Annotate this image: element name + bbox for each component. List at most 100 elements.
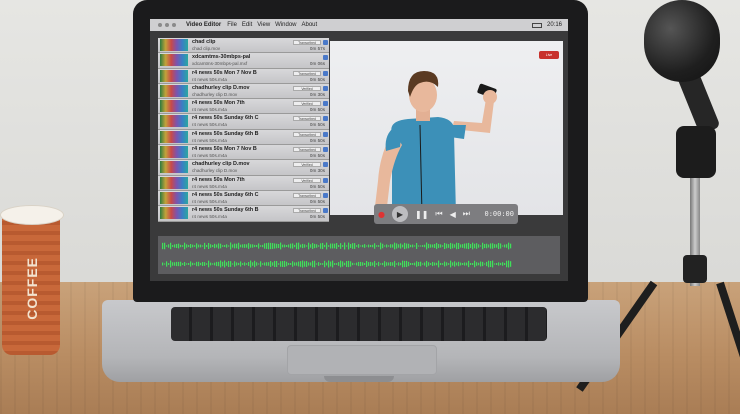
clip-select-checkbox[interactable] <box>323 177 328 183</box>
clip-select-checkbox[interactable] <box>323 116 328 122</box>
waveform-bar <box>494 263 496 265</box>
waveform-bar <box>272 262 274 266</box>
clip-row[interactable]: chadhurley clip D.mov chadhurley clip D.m… <box>158 83 329 100</box>
clip-select-checkbox[interactable] <box>323 192 328 198</box>
clip-select-checkbox[interactable] <box>323 70 328 76</box>
waveform-bar <box>174 262 176 266</box>
waveform-bar <box>234 261 236 267</box>
clip-row[interactable]: r4 news 50s Mon 7 Nov Br4 news 50s.m4a Tr… <box>158 145 329 161</box>
waveform-bar <box>510 261 512 267</box>
waveform-bar <box>198 244 200 248</box>
skip-back-button[interactable]: ⏮ <box>435 209 442 219</box>
clip-row[interactable]: chadhurley clip D.mov chadhurley clip D.m… <box>158 160 329 176</box>
clip-row[interactable]: r4 news 50s Sunday 6th Br4 news 50s.m4a T… <box>158 129 329 146</box>
waveform-bar <box>432 244 434 248</box>
waveform-bar <box>392 244 394 248</box>
waveform-bar <box>242 263 244 265</box>
waveform-bar <box>456 262 458 266</box>
waveform-bar <box>276 243 278 249</box>
zoom-window-button[interactable] <box>172 23 176 27</box>
waveform-bar <box>400 243 402 249</box>
waveform-bar <box>432 261 434 267</box>
clip-status-tag: Verified <box>293 85 321 91</box>
waveform-bar <box>494 244 496 248</box>
waveform-bar <box>162 262 164 266</box>
close-window-button[interactable] <box>158 23 162 27</box>
clip-row[interactable]: r4 news 50s Mon 7th r4 news 50s.m4a Verifi… <box>158 175 329 191</box>
waveform-bar <box>474 243 476 249</box>
skip-forward-button[interactable]: ⏭ <box>463 209 470 219</box>
waveform-bar <box>200 262 202 266</box>
clip-thumbnail <box>160 146 188 159</box>
waveform-bar <box>202 245 204 247</box>
waveform-bar <box>168 263 170 265</box>
rewind-button[interactable]: ◀ <box>450 210 456 219</box>
clip-select-checkbox[interactable] <box>323 85 328 91</box>
pause-button[interactable]: ❚❚ <box>415 210 428 219</box>
waveform-bar <box>326 262 328 266</box>
clip-select-checkbox[interactable] <box>323 208 328 214</box>
audio-track-2[interactable] <box>162 260 512 268</box>
waveform-bar <box>500 262 502 266</box>
waveform-bar <box>314 260 316 268</box>
clip-thumbnail <box>160 207 188 220</box>
clip-select-checkbox[interactable] <box>323 40 328 45</box>
waveform-bar <box>266 262 268 266</box>
waveform-bar <box>496 262 498 266</box>
clip-row[interactable]: r4 news 50s Sunday 6th Cr4 news 50s.m4a T… <box>158 114 329 130</box>
waveform-bar <box>324 260 326 268</box>
record-button[interactable]: ● <box>378 210 385 219</box>
live-badge: Live <box>539 51 559 59</box>
waveform-bar <box>438 260 440 268</box>
clip-filename: r4 news 50s.m4a <box>192 198 227 204</box>
waveform-bar <box>374 260 376 268</box>
menu-about[interactable]: About <box>302 22 318 28</box>
waveform-bar <box>442 245 444 247</box>
clip-status-tag: Transcribed <box>293 192 321 198</box>
waveform-bar <box>286 261 288 267</box>
clip-select-checkbox[interactable] <box>323 162 328 168</box>
waveform-bar <box>220 243 222 249</box>
waveform-bar <box>272 243 274 249</box>
waveform-bar <box>260 261 262 267</box>
waveform-bar <box>302 243 304 249</box>
menu-file[interactable]: File <box>227 22 237 28</box>
waveform-bar <box>290 263 292 265</box>
waveform-bar <box>474 260 476 268</box>
minimize-window-button[interactable] <box>165 23 169 27</box>
waveform-bar <box>434 244 436 248</box>
waveform-bar <box>182 263 184 265</box>
clip-row[interactable]: r4 news 50s Mon 7 Nov Br4 news 50s.m4a Tr… <box>158 68 329 84</box>
timeline[interactable] <box>158 236 560 274</box>
waveform-bar <box>194 263 196 265</box>
clip-row[interactable]: chad clip chad clip.mov Transcribed 0m 57s <box>158 38 329 54</box>
waveform-bar <box>178 243 180 249</box>
audio-track-1[interactable] <box>162 242 512 250</box>
clip-row[interactable]: r4 news 50s Mon 7th r4 news 50s.m4a Verifi… <box>158 99 329 115</box>
menu-view[interactable]: View <box>257 22 270 28</box>
clip-select-checkbox[interactable] <box>323 101 328 107</box>
waveform-bar <box>430 244 432 248</box>
waveform-bar <box>308 242 310 250</box>
waveform-bar <box>384 261 386 267</box>
clip-row[interactable]: r4 news 50s Sunday 6th Cr4 news 50s.m4a T… <box>158 190 329 207</box>
waveform-bar <box>252 244 254 248</box>
clip-row[interactable]: r4 news 50s Sunday 6th Br4 news 50s.m4a T… <box>158 206 329 222</box>
waveform-bar <box>320 243 322 249</box>
waveform-bar <box>262 263 264 265</box>
waveform-bar <box>166 261 168 267</box>
waveform-bar <box>340 243 342 249</box>
play-button[interactable]: ▶ <box>391 206 408 222</box>
waveform-bar <box>476 243 478 249</box>
waveform-bar <box>416 261 418 267</box>
menu-edit[interactable]: Edit <box>242 22 252 28</box>
menu-window[interactable]: Window <box>275 22 296 28</box>
waveform-bar <box>286 245 288 247</box>
clip-select-checkbox[interactable] <box>323 55 328 61</box>
clip-row[interactable]: xdcamtms-30mbps-pal xdcamtms-30mbps-pal.m… <box>158 53 329 69</box>
clip-select-checkbox[interactable] <box>323 147 328 153</box>
clip-status-tag: Transcribed <box>293 116 321 122</box>
waveform-bar <box>338 244 340 248</box>
waveform-bar <box>434 262 436 266</box>
clip-select-checkbox[interactable] <box>323 131 328 137</box>
